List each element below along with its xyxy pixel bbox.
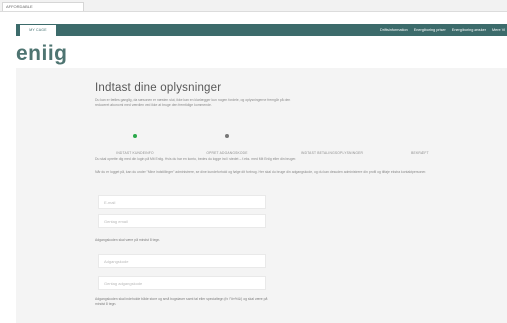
- info-paragraph-2: Når du er logget på, kan du under "Mine …: [95, 170, 427, 174]
- topnav-link-driftsinformation[interactable]: Driftsinformation: [380, 28, 408, 32]
- browser-tab[interactable]: AFFORDABLE: [2, 2, 84, 11]
- topnav-tab-mine-sider[interactable]: MY CAGE: [20, 25, 56, 36]
- step-active-dot-icon: [133, 134, 137, 138]
- eniig-logo[interactable]: eniig: [16, 43, 68, 64]
- intro-text: Du kan er fælles ganglig, da sæsonen er …: [95, 98, 291, 107]
- info-paragraph-1: Du skal oprette dig med din login på Mit…: [95, 157, 297, 161]
- progress-steps: INDTAST KUNDEINFO OPRET ADGANGSKODE INDT…: [95, 134, 435, 155]
- topnav-links: Driftsinformation Energiboring priser En…: [380, 24, 505, 36]
- email-confirm-field[interactable]: [98, 214, 266, 228]
- topnav-link-energispare-priser[interactable]: Energiboring priser: [414, 28, 446, 32]
- password-confirm-field[interactable]: [98, 276, 266, 290]
- step-dot-icon: [418, 134, 422, 138]
- step-kundeinfo: INDTAST KUNDEINFO: [95, 134, 175, 159]
- browser-tab-bar: AFFORDABLE: [0, 0, 507, 12]
- topnav-link-mere[interactable]: Mere Vi: [492, 28, 505, 32]
- step-dot-icon: [225, 134, 229, 138]
- step-label: BEKRÆFT: [411, 151, 429, 155]
- step-dot-icon: [330, 134, 334, 138]
- site-header: [16, 36, 507, 66]
- topnav-link-energisparing[interactable]: Energiboring ønsker: [452, 28, 486, 32]
- step-bekraeft: BEKRÆFT: [380, 134, 460, 159]
- page-title: Indtast dine oplysninger: [95, 82, 222, 94]
- step-adgangskode: OPRET ADGANGSKODE: [187, 134, 267, 159]
- step-label: INDTAST KUNDEINFO: [116, 151, 154, 155]
- step-betaling: INDTAST BETALINGSOPLYSNINGER: [277, 134, 387, 159]
- email-field[interactable]: [98, 195, 266, 209]
- step-label: INDTAST BETALINGSOPLYSNINGER: [300, 151, 364, 155]
- password-rules-note: Adgangskoden skal indeholde både store o…: [95, 297, 268, 306]
- step-label: OPRET ADGANGSKODE: [206, 151, 248, 155]
- password-length-note: Adgangskoden skal være på mindst 8 tegn.: [95, 238, 161, 242]
- top-navigation-bar: MY CAGE Driftsinformation Energiboring p…: [16, 24, 507, 36]
- password-field[interactable]: [98, 254, 266, 268]
